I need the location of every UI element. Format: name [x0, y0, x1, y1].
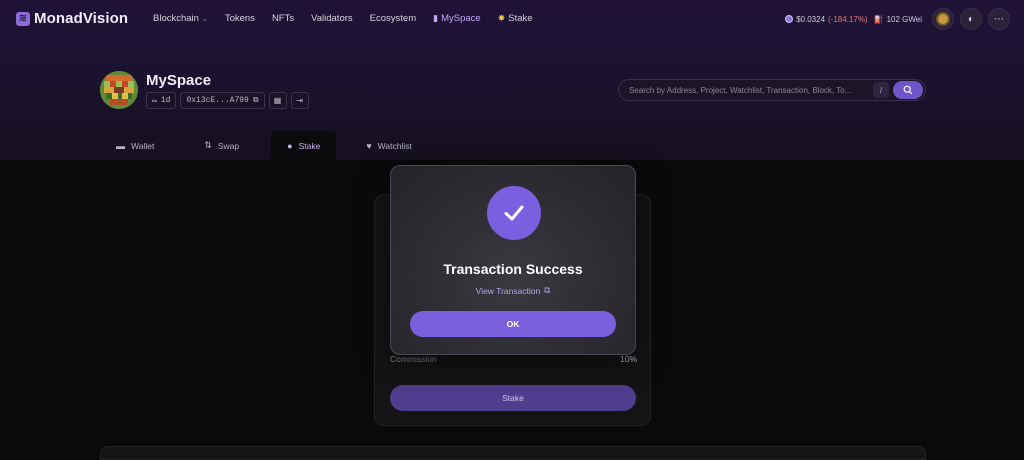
- nav-tokens[interactable]: Tokens: [225, 13, 255, 24]
- qr-code-button[interactable]: ▦: [268, 92, 287, 109]
- wallet-address: 0x13cE...A799: [186, 96, 249, 105]
- qr-code-icon: ▦: [273, 96, 282, 105]
- profile-avatar: [100, 71, 138, 109]
- account-button[interactable]: [932, 8, 954, 30]
- gas-pump-icon: ⛽: [873, 14, 884, 24]
- profile-meta: ▭ 1d 0x13cE...A799 ⧉ ▦ ⇥: [146, 92, 309, 109]
- lower-panel: [100, 446, 926, 460]
- mon-token-icon: [785, 15, 794, 23]
- nav-myspace[interactable]: ▮ MySpace: [433, 13, 481, 24]
- tab-watchlist[interactable]: ♥ Watchlist: [350, 131, 428, 160]
- logo[interactable]: ≋ MonadVision: [16, 10, 128, 27]
- myspace-tabs: ▬ Wallet ⇅ Swap ● Stake ♥ Watchlist: [100, 131, 428, 160]
- search-shortcut: /: [873, 82, 889, 98]
- nav-validators[interactable]: Validators: [311, 13, 353, 24]
- search-icon: [903, 85, 913, 95]
- nav-blockchain-label: Blockchain: [153, 13, 199, 24]
- nav-ecosystem-label: Ecosystem: [369, 13, 417, 24]
- wallet-icon: ▬: [116, 140, 125, 151]
- nav-nfts[interactable]: NFTs: [272, 13, 294, 24]
- checkmark-icon: [504, 205, 524, 221]
- theme-toggle-button[interactable]: ◐: [960, 8, 982, 30]
- nav-ecosystem[interactable]: Ecosystem: [370, 13, 416, 24]
- stake-button[interactable]: Stake: [390, 385, 636, 411]
- nav-stake-label: Stake: [508, 13, 533, 24]
- monad-logo-icon: ≋: [16, 11, 30, 26]
- mon-price: $0.0324 (-184.17%): [785, 15, 868, 24]
- app-title: MonadVision: [34, 10, 129, 27]
- sparkle-icon: ✸: [497, 13, 506, 23]
- nav-blockchain[interactable]: Blockchain ⌄: [153, 13, 208, 24]
- search-input[interactable]: Search by Address, Project, Watchlist, T…: [629, 86, 873, 95]
- avatar-icon: [936, 12, 950, 26]
- calendar-icon: ▭: [152, 96, 157, 106]
- address-pill[interactable]: 0x13cE...A799 ⧉: [180, 92, 265, 109]
- search-button[interactable]: [893, 81, 923, 99]
- copy-icon[interactable]: ⧉: [253, 96, 259, 105]
- gas-price: ⛽ 102 GWei: [874, 15, 922, 24]
- contrast-icon: ◐: [967, 13, 975, 25]
- piggy-bank-icon: ●: [287, 140, 293, 151]
- nav-right: $0.0324 (-184.17%) ⛽ 102 GWei ◐ ⋯: [785, 8, 1010, 30]
- ok-button[interactable]: OK: [410, 311, 616, 337]
- nav-myspace-label: MySpace: [441, 13, 481, 24]
- modal-title: Transaction Success: [443, 261, 583, 277]
- external-link-icon: ⧉: [544, 285, 551, 295]
- tab-swap[interactable]: ⇅ Swap: [188, 131, 255, 160]
- tab-stake-label: Stake: [298, 140, 321, 151]
- tab-stake[interactable]: ● Stake: [271, 131, 337, 160]
- transaction-success-modal: Transaction Success View Transaction ⧉ O…: [390, 165, 636, 355]
- commission-label: Commission: [390, 354, 437, 364]
- view-transaction-label: View Transaction: [475, 285, 541, 296]
- heart-icon: ♥: [366, 140, 372, 151]
- tab-wallet-label: Wallet: [131, 140, 155, 151]
- nav-tokens-label: Tokens: [224, 13, 255, 24]
- top-nav: ≋ MonadVision Blockchain ⌄ Tokens NFTs V…: [0, 0, 1024, 38]
- account-age-badge: ▭ 1d: [146, 92, 177, 109]
- logout-icon: ⇥: [296, 96, 303, 105]
- pixel-avatar-icon: [100, 71, 138, 109]
- success-badge: [487, 186, 541, 240]
- page-title: MySpace: [146, 72, 212, 89]
- price-change: (-184.17%): [828, 14, 868, 24]
- nav-nfts-label: NFTs: [271, 13, 295, 24]
- tab-watchlist-label: Watchlist: [377, 140, 412, 151]
- search-bar[interactable]: Search by Address, Project, Watchlist, T…: [618, 79, 926, 101]
- nav-stake[interactable]: ✸ Stake: [498, 13, 533, 24]
- myspace-icon: ▮: [433, 13, 439, 23]
- logout-button[interactable]: ⇥: [290, 92, 309, 109]
- price-value: $0.0324: [796, 14, 826, 24]
- gas-value: 102 GWei: [886, 14, 922, 24]
- chevron-down-icon: ⌄: [201, 15, 208, 23]
- tab-wallet[interactable]: ▬ Wallet: [100, 131, 170, 160]
- view-transaction-link[interactable]: View Transaction ⧉: [391, 285, 635, 296]
- account-age: 1d: [160, 96, 171, 105]
- commission-value: 10%: [620, 354, 638, 364]
- nav-validators-label: Validators: [311, 13, 353, 24]
- more-dots-icon: ⋯: [994, 13, 1004, 25]
- tab-swap-label: Swap: [217, 140, 240, 151]
- more-button[interactable]: ⋯: [988, 8, 1010, 30]
- swap-icon: ⇅: [204, 140, 212, 150]
- main-menu: Blockchain ⌄ Tokens NFTs Validators Ecos…: [153, 13, 550, 24]
